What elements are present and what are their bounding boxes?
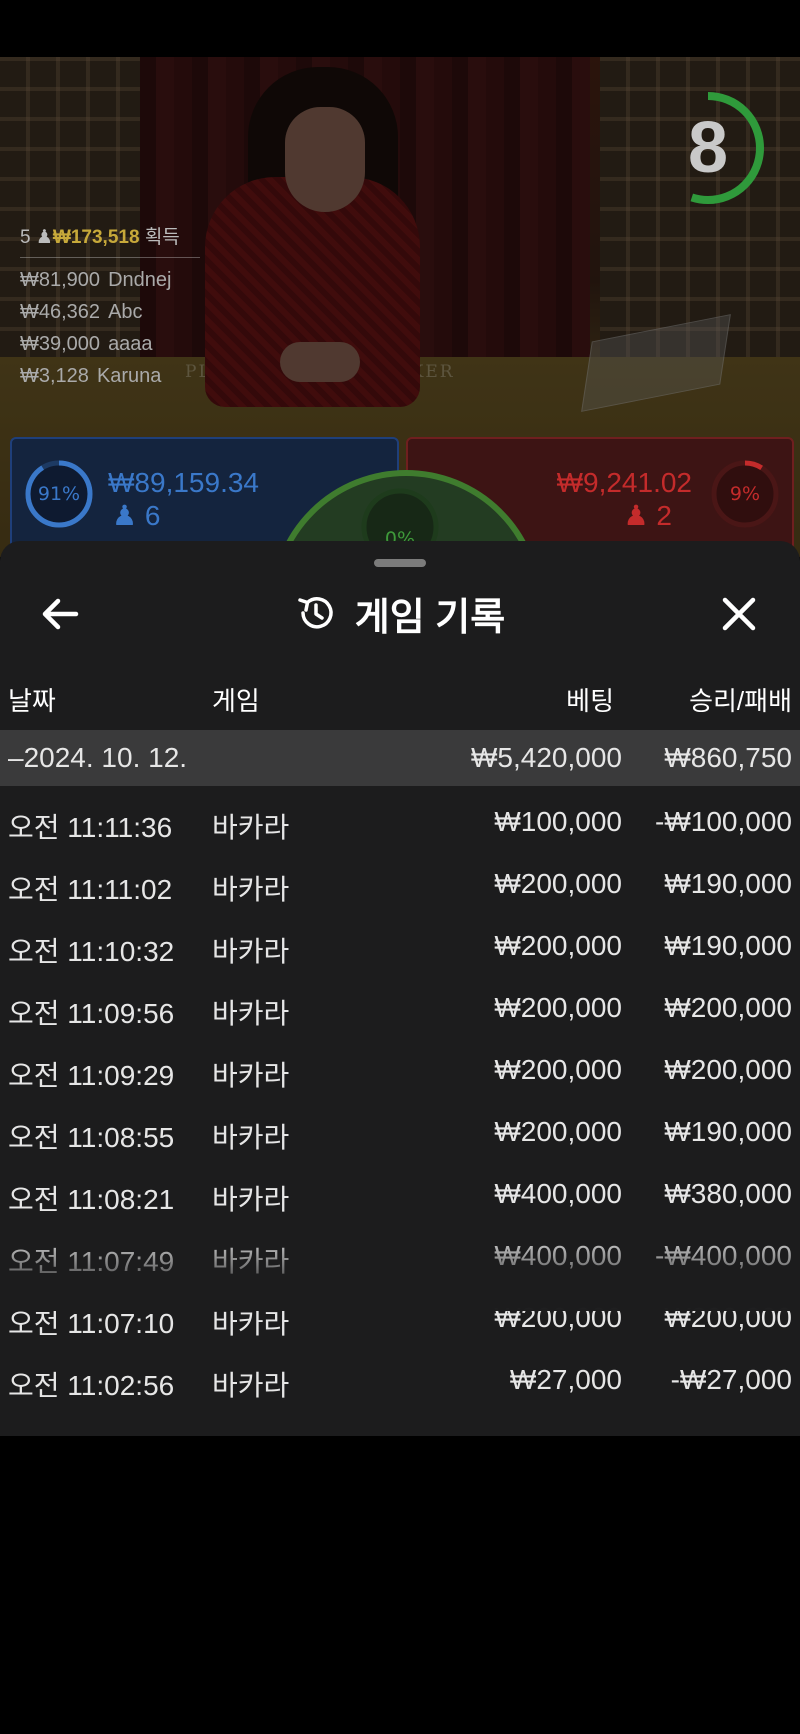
history-row[interactable]: 오전 11:07:49 바카라 ₩400,000 -₩400,000	[0, 1225, 800, 1287]
group-bet-total: ₩5,420,000	[471, 742, 622, 773]
row-time: 오전 11:11:02	[8, 874, 173, 905]
winner-row: ₩39,000 aaaa	[20, 328, 220, 360]
player-bet-amount: ₩89,159.34	[108, 467, 259, 498]
row-game: 바카라	[212, 874, 290, 905]
row-bet: ₩27,000	[509, 1364, 622, 1395]
countdown-number: 8	[687, 108, 729, 188]
winner-amount: ₩3,128	[20, 365, 89, 387]
winner-name: aaaa	[108, 333, 153, 355]
player-bettor-count: ♟ 6	[112, 500, 161, 531]
history-row[interactable]: 오전 11:11:02 바카라 ₩200,000 ₩190,000	[0, 853, 800, 915]
row-bet: ₩400,000	[494, 1240, 622, 1271]
winner-name: Dndnej	[108, 269, 172, 291]
column-header-game: 게임	[212, 686, 260, 716]
banker-percent: 9%	[729, 483, 761, 505]
row-time: 오전 11:08:21	[8, 1184, 175, 1215]
winner-row: ₩3,128 Karuna	[20, 360, 220, 392]
history-row[interactable]: 오전 11:08:55 바카라 ₩200,000 ₩190,000	[0, 1101, 800, 1163]
winners-summary: 5 ♟₩173,518 획득	[20, 222, 200, 258]
history-row[interactable]: 오전 11:10:32 바카라 ₩200,000 ₩190,000	[0, 915, 800, 977]
column-header-date: 날짜	[8, 686, 56, 716]
winner-amount: ₩39,000	[20, 333, 101, 355]
history-list: 오전 11:11:36 바카라 ₩100,000 -₩100,000 오전 11…	[0, 791, 800, 1411]
banker-percent-ring: 9%	[710, 459, 780, 529]
history-row[interactable]: 오전 11:07:10 바카라 ₩200,000 ₩200,000	[0, 1287, 800, 1349]
history-icon	[298, 597, 333, 629]
row-result: -₩27,000	[670, 1364, 792, 1395]
player-percent-ring: 91%	[24, 459, 94, 529]
history-row[interactable]: 오전 11:09:56 바카라 ₩200,000 ₩200,000	[0, 977, 800, 1039]
game-history-sheet: 게임 기록 날짜 게임 베팅 승리/패배 –2024. 10. 12. ₩5,4…	[0, 541, 800, 1436]
group-date: –2024. 10. 12.	[8, 742, 188, 773]
row-game: 바카라	[212, 1184, 290, 1215]
row-result: ₩190,000	[664, 1116, 792, 1147]
column-header-bet: 베팅	[566, 686, 614, 716]
person-icon: ♟	[35, 227, 53, 248]
row-result: ₩200,000	[664, 1302, 792, 1333]
row-game: 바카라	[212, 1122, 290, 1153]
row-time: 오전 11:11:36	[8, 812, 173, 843]
row-bet: ₩400,000	[494, 1178, 622, 1209]
row-time: 오전 11:09:29	[8, 1060, 175, 1091]
row-result: ₩200,000	[664, 992, 792, 1023]
winners-list: 5 ♟₩173,518 획득 ₩81,900 Dndnej ₩46,362 Abc …	[20, 222, 220, 392]
close-button[interactable]	[714, 589, 764, 639]
row-bet: ₩200,000	[494, 1116, 622, 1147]
sheet-drag-handle[interactable]	[374, 559, 426, 567]
winner-row: ₩81,900 Dndnej	[20, 264, 220, 296]
history-row[interactable]: 오전 11:09:29 바카라 ₩200,000 ₩200,000	[0, 1039, 800, 1101]
row-result: -₩100,000	[655, 806, 792, 837]
row-time: 오전 11:10:32	[8, 936, 175, 967]
date-group-row[interactable]: –2024. 10. 12. ₩5,420,000 ₩860,750	[0, 730, 800, 786]
winner-amount: ₩81,900	[20, 269, 101, 291]
close-icon	[722, 597, 756, 631]
countdown-timer: 8	[648, 88, 768, 208]
column-header-result: 승리/패배	[689, 686, 792, 716]
row-bet: ₩200,000	[494, 992, 622, 1023]
history-row[interactable]: 오전 11:08:21 바카라 ₩400,000 ₩380,000	[0, 1163, 800, 1225]
row-bet: ₩200,000	[494, 930, 622, 961]
winners-count: 5	[20, 227, 31, 248]
row-result: ₩190,000	[664, 868, 792, 899]
winner-row: ₩46,362 Abc	[20, 296, 220, 328]
row-time: 오전 11:02:56	[8, 1370, 175, 1401]
winner-amount: ₩46,362	[20, 301, 101, 323]
row-bet: ₩100,000	[494, 806, 622, 837]
sheet-title: 게임 기록	[354, 596, 506, 639]
sheet-header: 게임 기록	[0, 581, 800, 645]
row-game: 바카라	[212, 1370, 290, 1401]
row-game: 바카라	[212, 1060, 290, 1091]
history-row[interactable]: 오전 11:02:56 바카라 ₩27,000 -₩27,000	[0, 1349, 800, 1411]
row-bet: ₩200,000	[494, 1054, 622, 1085]
person-icon: ♟	[623, 500, 649, 531]
player-percent: 91%	[37, 483, 81, 505]
row-result: ₩190,000	[664, 930, 792, 961]
winners-total: ₩173,518	[52, 227, 140, 248]
person-icon: ♟	[112, 500, 138, 531]
winner-name: Abc	[108, 301, 143, 323]
row-result: ₩380,000	[664, 1178, 792, 1209]
banker-bet-amount: ₩9,241.02	[556, 467, 692, 498]
row-game: 바카라	[212, 936, 290, 967]
row-time: 오전 11:07:10	[8, 1308, 175, 1339]
row-game: 바카라	[212, 998, 290, 1029]
banker-bettor-count: ♟ 2	[623, 500, 672, 531]
row-time: 오전 11:08:55	[8, 1122, 175, 1153]
history-row[interactable]: 오전 11:11:36 바카라 ₩100,000 -₩100,000	[0, 791, 800, 853]
row-game: 바카라	[212, 1246, 290, 1277]
row-bet: ₩200,000	[494, 1302, 622, 1333]
row-result: ₩200,000	[664, 1054, 792, 1085]
row-time: 오전 11:07:49	[8, 1246, 175, 1277]
row-bet: ₩200,000	[494, 868, 622, 899]
winners-suffix: 획득	[144, 227, 180, 248]
winner-name: Karuna	[96, 365, 162, 387]
row-game: 바카라	[212, 812, 290, 843]
row-game: 바카라	[212, 1308, 290, 1339]
row-time: 오전 11:09:56	[8, 998, 175, 1029]
row-result: -₩400,000	[655, 1240, 792, 1271]
group-result-total: ₩860,750	[664, 742, 792, 773]
